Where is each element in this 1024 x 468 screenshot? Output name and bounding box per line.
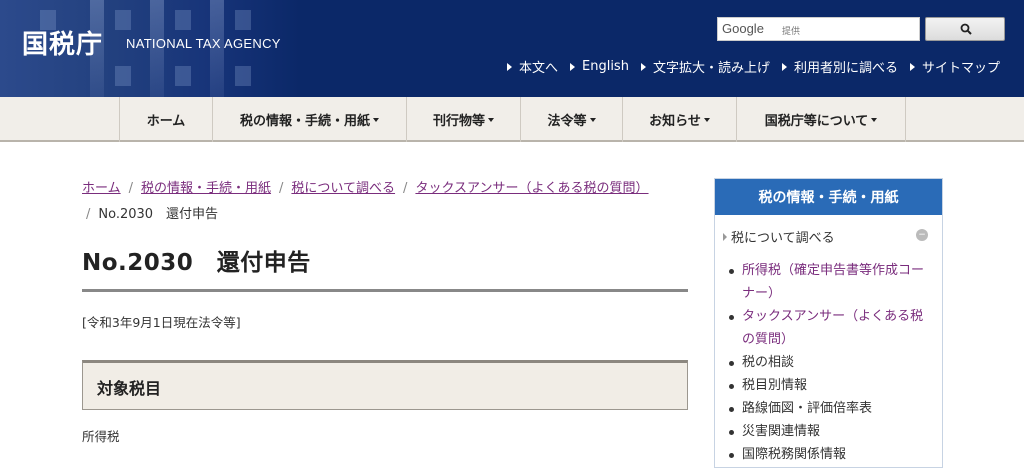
- side-menu-category[interactable]: 税について調べる: [723, 227, 835, 246]
- side-item-international[interactable]: 国際税務関係情報: [729, 443, 934, 466]
- nav-item-laws[interactable]: 法令等: [521, 97, 623, 142]
- page-title: No.2030 還付申告: [82, 250, 311, 276]
- site-logo-english: NATIONAL TAX AGENCY: [126, 36, 281, 51]
- side-item-disaster[interactable]: 災害関連情報: [729, 420, 934, 443]
- side-item-route-price[interactable]: 路線価図・評価倍率表: [729, 397, 934, 420]
- section-body: 所得税: [82, 429, 120, 444]
- site-logo[interactable]: 国税庁: [22, 24, 103, 61]
- triangle-icon: [506, 62, 512, 71]
- caret-down-icon: [589, 117, 596, 122]
- side-menu: 税の情報・手続・用紙 税について調べる − 所得税（確定申告書等作成コーナー） …: [714, 178, 943, 468]
- search-input[interactable]: Google 提供: [717, 17, 920, 41]
- util-link-skip[interactable]: 本文へ: [506, 57, 558, 76]
- breadcrumb-search-tax[interactable]: 税について調べる: [291, 181, 395, 196]
- side-menu-heading[interactable]: 税の情報・手続・用紙: [715, 179, 942, 215]
- caret-down-icon: [373, 117, 379, 122]
- breadcrumb: ホーム / 税の情報・手続・用紙 / 税について調べる / タックスアンサー（よくある税の質…: [82, 181, 649, 222]
- side-item-income-tax[interactable]: 所得税（確定申告書等作成コーナー）: [729, 259, 934, 305]
- google-sub-label: 提供: [782, 27, 801, 37]
- nav-item-home[interactable]: ホーム: [120, 97, 213, 142]
- title-divider: [82, 289, 688, 292]
- section-heading-text: 対象税目: [97, 379, 162, 398]
- triangle-icon: [640, 62, 646, 71]
- nav-item-news[interactable]: お知らせ: [623, 97, 737, 142]
- side-menu-list: 所得税（確定申告書等作成コーナー） タックスアンサー（よくある税の質問） 税の相…: [729, 259, 934, 466]
- caret-down-icon: [871, 117, 878, 122]
- util-link-english[interactable]: English: [570, 57, 629, 76]
- side-item-by-tax-type[interactable]: 税目別情報: [729, 374, 934, 397]
- section-heading: 対象税目: [82, 360, 688, 410]
- google-brand: Google: [722, 21, 764, 36]
- caret-down-icon: [703, 117, 710, 122]
- util-link-by-user[interactable]: 利用者別に調べる: [781, 57, 898, 76]
- search-button[interactable]: [925, 17, 1005, 41]
- breadcrumb-tax-answer[interactable]: タックスアンサー（よくある税の質問）: [415, 181, 648, 196]
- utility-links: 本文へ English 文字拡大・読み上げ 利用者別に調べる サイトマップ: [506, 57, 1000, 76]
- triangle-icon: [909, 62, 915, 71]
- triangle-icon: [781, 62, 787, 71]
- nav-item-publications[interactable]: 刊行物等: [407, 97, 521, 142]
- site-header: 国税庁 NATIONAL TAX AGENCY Google 提供 本文へ En…: [0, 0, 1024, 97]
- side-item-tax-answer[interactable]: タックスアンサー（よくある税の質問）: [729, 305, 934, 351]
- caret-down-icon: [488, 117, 494, 122]
- breadcrumb-current: No.2030 還付申告: [98, 207, 219, 222]
- collapse-toggle-icon[interactable]: −: [916, 229, 928, 241]
- nav-item-about[interactable]: 国税庁等について: [737, 97, 906, 142]
- triangle-icon: [570, 62, 575, 71]
- breadcrumb-home[interactable]: ホーム: [82, 181, 121, 196]
- breadcrumb-tax-info[interactable]: 税の情報・手続・用紙: [141, 181, 271, 196]
- side-item-consultation[interactable]: 税の相談: [729, 351, 934, 374]
- triangle-icon: [723, 232, 727, 241]
- util-link-sitemap[interactable]: サイトマップ: [909, 57, 1000, 76]
- search-icon: [960, 23, 972, 35]
- util-link-text-size[interactable]: 文字拡大・読み上げ: [640, 57, 770, 76]
- nav-item-tax-info[interactable]: 税の情報・手続・用紙: [213, 97, 407, 142]
- as-of-date: [令和3年9月1日現在法令等]: [82, 315, 241, 330]
- global-nav: ホーム 税の情報・手続・用紙 刊行物等 法令等 お知らせ 国税庁等について: [0, 97, 1024, 142]
